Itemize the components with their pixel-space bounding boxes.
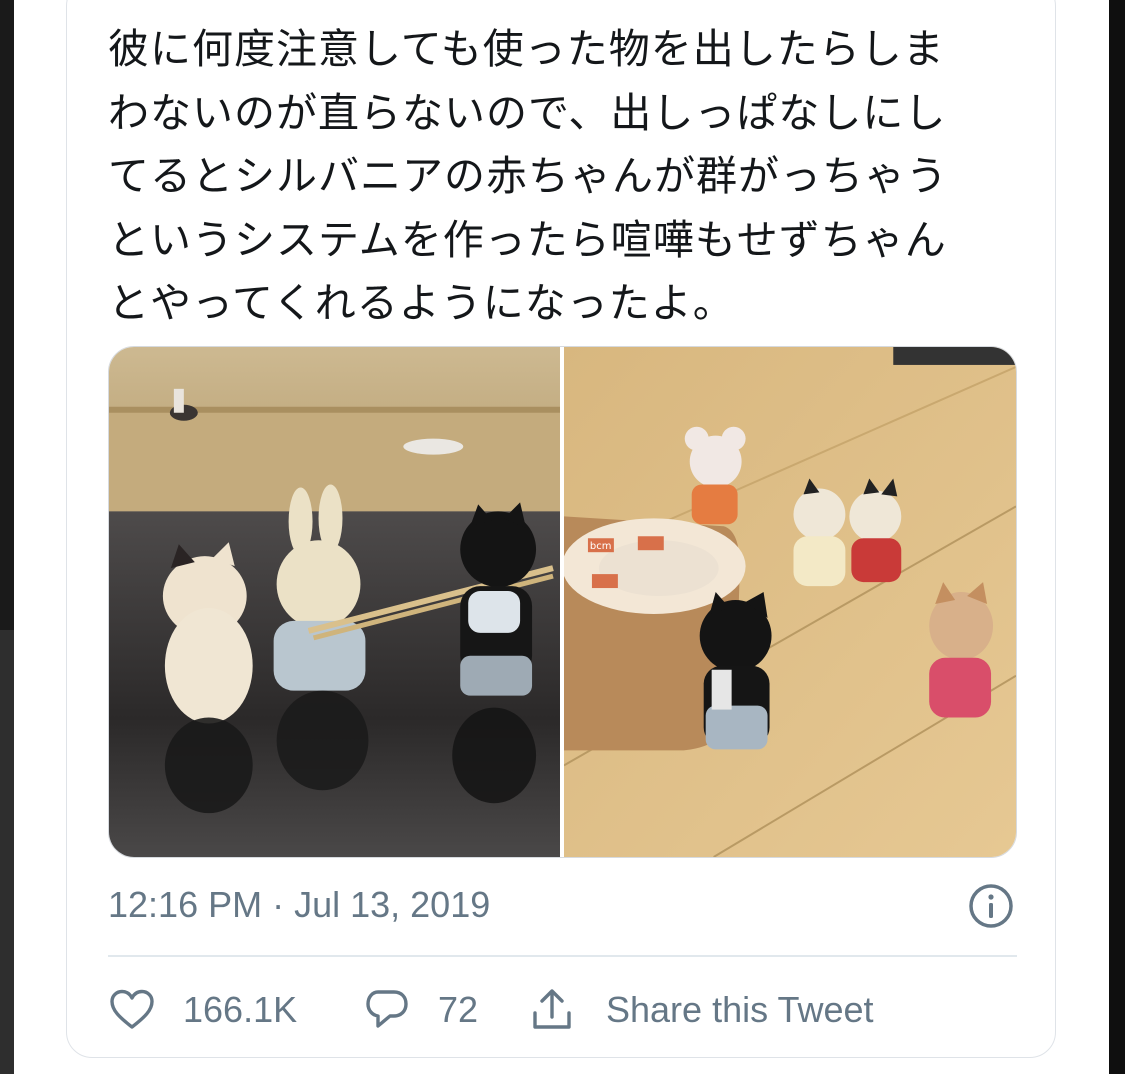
reply-count: 72 <box>438 989 479 1030</box>
heart-icon <box>108 986 156 1034</box>
left-edge-lower <box>0 630 14 1074</box>
photo-right[interactable]: bcm <box>564 347 1016 857</box>
photo-left[interactable] <box>109 347 560 857</box>
info-icon-glyph <box>969 884 1013 928</box>
like-button[interactable]: 166.1K <box>108 986 363 1034</box>
photo-figures-chopsticks <box>109 347 560 857</box>
tweet-text: 彼に何度注意しても使った物を出したらしま わないのが直らないので、出しっぱなしに… <box>108 25 948 327</box>
like-count: 166.1K <box>183 989 298 1030</box>
divider <box>108 955 1017 957</box>
right-edge <box>1109 0 1125 1074</box>
share-icon <box>528 986 576 1034</box>
tweet-actions: 166.1K 72 Share this Tweet <box>108 982 874 1038</box>
photo-figures-tape: bcm <box>564 347 1016 857</box>
tweet-timestamp[interactable]: 12:16 PM · Jul 13, 2019 <box>108 880 490 930</box>
share-label: Share this Tweet <box>606 989 874 1030</box>
tweet-media[interactable]: bcm <box>108 346 1017 858</box>
speech-bubble-icon <box>363 986 411 1034</box>
reply-button[interactable]: 72 <box>363 986 528 1034</box>
left-edge <box>0 0 14 630</box>
share-button[interactable]: Share this Tweet <box>528 986 874 1034</box>
info-icon[interactable] <box>968 883 1014 929</box>
tape-brand-label: bcm <box>590 541 612 552</box>
